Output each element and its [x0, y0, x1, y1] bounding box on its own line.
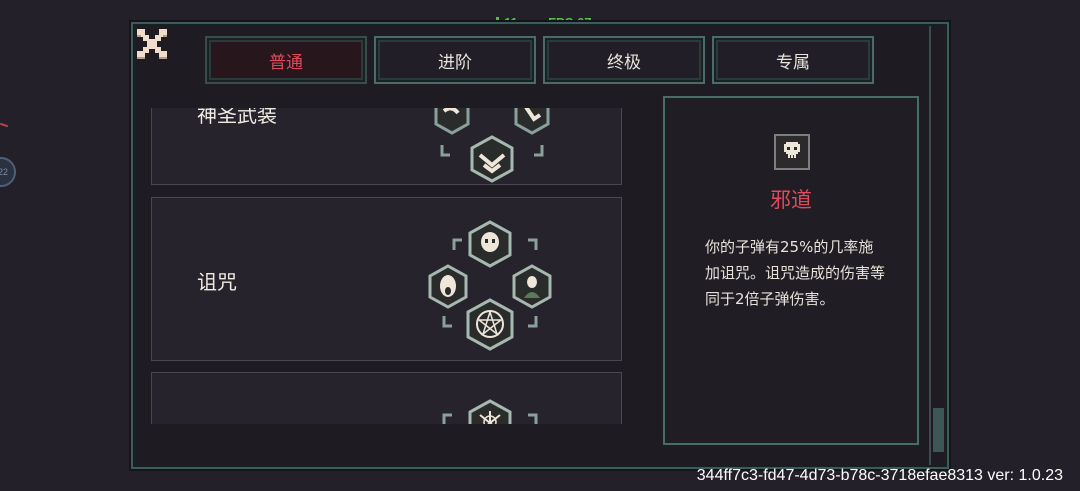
hex-node-icon [514, 108, 550, 135]
tab-advanced[interactable]: 进阶 [374, 36, 536, 84]
close-icon [137, 29, 167, 59]
side-badge[interactable]: 22 [0, 157, 16, 187]
tab-ultimate[interactable]: 终极 [543, 36, 705, 84]
scrollbar-track[interactable] [929, 26, 945, 465]
tab-normal[interactable]: 普通 [205, 36, 367, 84]
detail-title: 邪道 [770, 188, 812, 212]
combo-diagram [434, 108, 550, 183]
skull-icon [774, 134, 810, 170]
skill-card-curse[interactable]: 诅咒 [151, 197, 622, 361]
screaming-face-icon [428, 264, 468, 309]
skill-name: 诅咒 [197, 270, 237, 294]
version-label: 344ff7c3-fd47-4d73-b78c-3718efae8313 ver… [696, 467, 1063, 484]
detail-description: 你的子弹有25%的几率施加诅咒。诅咒造成的伤害等同于2倍子弹伤害。 [705, 238, 886, 308]
skull-node-icon [468, 220, 512, 268]
pentagram-icon [466, 298, 514, 351]
tab-exclusive[interactable]: 专属 [712, 36, 874, 84]
combo-diagram [442, 399, 538, 424]
skill-name: 神圣武装 [197, 108, 277, 127]
ghost-figure-icon [512, 264, 552, 309]
spider-web-icon [468, 399, 512, 424]
skill-list[interactable]: 神圣武装 诅咒 [151, 108, 622, 424]
side-marker [0, 122, 9, 128]
scrollbar-thumb[interactable] [933, 408, 944, 452]
skill-card-next[interactable] [151, 372, 622, 424]
hex-node-icon [434, 108, 470, 135]
skill-detail-panel: 邪道 你的子弹有25%的几率施加诅咒。诅咒造成的伤害等同于2倍子弹伤害。 [663, 96, 919, 445]
combo-diagram [428, 220, 552, 351]
skill-card-holy-armament[interactable]: 神圣武装 [151, 108, 622, 185]
tab-bar: 普通 进阶 终极 专属 [205, 36, 874, 84]
hex-node-icon [470, 135, 514, 183]
close-button[interactable] [135, 27, 169, 61]
